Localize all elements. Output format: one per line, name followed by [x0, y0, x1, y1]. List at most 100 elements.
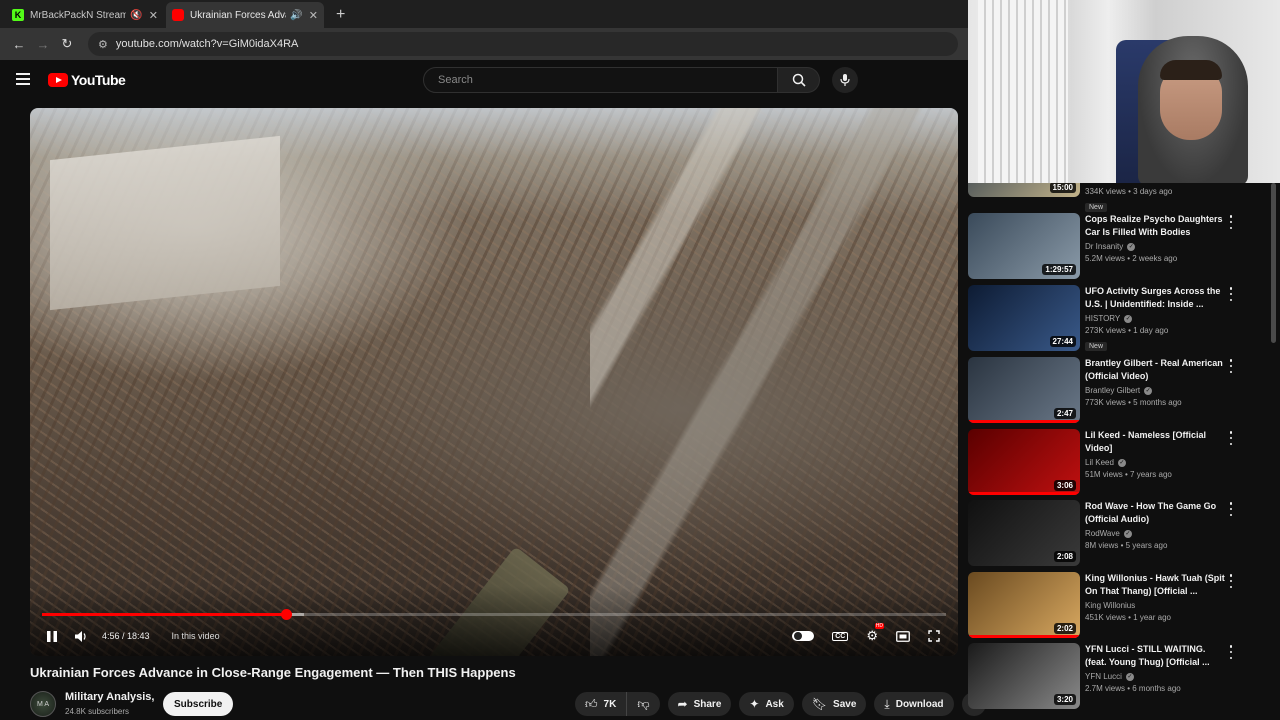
save-icon: 🔖︎ — [811, 697, 828, 711]
ask-button[interactable]: ✦ Ask — [739, 692, 794, 716]
download-button[interactable]: ⤓ Download — [874, 692, 954, 716]
more-options-icon[interactable] — [1226, 502, 1236, 516]
tab-audio-icon[interactable]: 🔊 — [290, 10, 302, 21]
browser-tab-kick[interactable]: K MrBackPackN Stream - Watc 🔇 ✕ — [6, 2, 164, 28]
like-dislike-group: 👍︎ 7K 👎︎ — [575, 692, 660, 716]
new-badge: New — [1085, 203, 1108, 212]
more-options-icon[interactable] — [1226, 359, 1236, 373]
progress-bar[interactable] — [42, 609, 946, 620]
like-button[interactable]: 👍︎ 7K — [575, 692, 628, 716]
list-item-text: King Willonius - Hawk Tuah (Spit On That… — [1085, 572, 1225, 622]
channel-name[interactable]: Military Analysis, — [65, 691, 154, 703]
list-item[interactable]: 2:08 Rod Wave - How The Game Go (Official… — [968, 500, 1268, 568]
video-thumbnail[interactable]: 3:20 — [968, 643, 1080, 709]
channel-avatar[interactable]: M A — [30, 691, 56, 717]
more-options-icon[interactable] — [1226, 287, 1236, 301]
watched-progress — [968, 635, 1080, 638]
video-thumbnail[interactable]: 2:08 — [968, 500, 1080, 566]
recommendation-channel[interactable]: YFN Lucci ✓ — [1085, 672, 1225, 681]
video-thumbnail[interactable]: 15:00 — [968, 183, 1080, 197]
progress-played — [42, 613, 287, 616]
webcam-overlay — [968, 0, 1280, 183]
voice-search-button[interactable] — [832, 67, 858, 93]
duration-badge: 15:00 — [1049, 183, 1076, 193]
recommendation-title: King Willonius - Hawk Tuah (Spit On That… — [1085, 573, 1225, 596]
browser-tab-strip: K MrBackPackN Stream - Watc 🔇 ✕ Ukrainia… — [0, 0, 968, 28]
recommendation-title: Lil Keed - Nameless [Official Video] — [1085, 430, 1207, 453]
list-item[interactable]: 3:20 YFN Lucci - STILL WAITING. (feat. Yo… — [968, 643, 1268, 711]
more-options-icon[interactable] — [1226, 431, 1236, 445]
channel-label: YFN Lucci — [1085, 672, 1122, 681]
list-item-text: Cops Realize Psycho Daughters Car Is Fil… — [1085, 213, 1225, 263]
youtube-logo[interactable]: YouTube — [48, 72, 126, 88]
subscribe-button[interactable]: Subscribe — [163, 692, 234, 716]
video-thumbnail[interactable]: 2:02 — [968, 572, 1080, 638]
new-tab-button[interactable]: + — [326, 2, 355, 28]
list-item[interactable]: 27:44 UFO Activity Surges Across the U.S.… — [968, 285, 1268, 353]
site-info-icon[interactable]: ⚙ — [98, 38, 108, 51]
tab-close-icon[interactable]: ✕ — [309, 9, 318, 22]
pause-icon[interactable] — [46, 630, 58, 643]
share-button[interactable]: ➦ Share — [667, 692, 732, 716]
menu-icon[interactable] — [16, 73, 30, 85]
save-button[interactable]: 🔖︎ Save — [801, 692, 867, 716]
video-meta: 451K views • 1 year ago — [1085, 613, 1171, 622]
channel-label: King Willonius — [1085, 601, 1136, 610]
video-thumbnail[interactable]: 3:06 — [968, 429, 1080, 495]
dislike-button[interactable]: 👎︎ — [627, 692, 660, 716]
list-item[interactable]: 15:00 334K views • 3 days ago New — [968, 183, 1268, 212]
address-bar[interactable]: ⚙ youtube.com/watch?v=GiM0idaX4RA — [88, 32, 958, 56]
reload-icon[interactable]: ↻ — [56, 36, 78, 52]
watched-progress — [968, 492, 1080, 495]
captions-icon[interactable]: CC — [832, 631, 849, 641]
list-item[interactable]: 2:02 King Willonius - Hawk Tuah (Spit On … — [968, 572, 1268, 640]
recommendation-channel[interactable]: Dr Insanity ✓ — [1085, 242, 1225, 251]
recommendation-channel[interactable]: Lil Keed ✓ — [1085, 458, 1225, 467]
duration-badge: 1:29:57 — [1042, 264, 1076, 275]
video-player[interactable]: 4:56 / 18:43 In this video CC ⚙ HD — [30, 108, 958, 656]
recommendation-channel[interactable]: RodWave ✓ — [1085, 529, 1225, 538]
video-meta: 51M views • 7 years ago — [1085, 470, 1172, 479]
player-controls-right: CC ⚙ HD — [778, 623, 944, 648]
list-item[interactable]: 1:29:57 Cops Realize Psycho Daughters Car… — [968, 213, 1268, 281]
list-item[interactable]: 2:47 Brantley Gilbert - Real American (Of… — [968, 357, 1268, 425]
scrollbar-thumb[interactable] — [1271, 183, 1276, 343]
in-this-video-chapters[interactable]: In this video — [172, 631, 220, 641]
video-meta: 5.2M views • 2 weeks ago — [1085, 254, 1178, 263]
channel-label: HISTORY — [1085, 314, 1121, 323]
recommendation-channel[interactable]: Brantley Gilbert ✓ — [1085, 386, 1225, 395]
tab-close-icon[interactable]: ✕ — [149, 9, 158, 22]
autoplay-toggle-icon[interactable] — [792, 631, 815, 641]
video-title: Ukrainian Forces Advance in Close-Range … — [30, 665, 516, 680]
channel-row: M A Military Analysis, 24.8K subscribers… — [30, 689, 986, 719]
more-options-icon[interactable] — [1226, 645, 1236, 659]
forward-icon[interactable]: → — [32, 37, 54, 52]
more-options-icon[interactable] — [1226, 215, 1236, 229]
tab-mute-icon[interactable]: 🔇 — [130, 10, 142, 21]
scrubber-handle[interactable] — [281, 609, 293, 620]
recommendation-channel[interactable]: King Willonius — [1085, 601, 1225, 610]
search-input[interactable]: Search — [423, 67, 778, 93]
verified-icon: ✓ — [1124, 314, 1133, 323]
recommendation-channel[interactable]: HISTORY ✓ — [1085, 314, 1225, 323]
list-item-text: YFN Lucci - STILL WAITING. (feat. Young … — [1085, 643, 1225, 693]
settings-icon[interactable]: ⚙ HD — [866, 623, 884, 644]
miniplayer-icon[interactable] — [896, 630, 910, 642]
channel-label: Brantley Gilbert — [1085, 386, 1141, 395]
scrollbar[interactable] — [1268, 183, 1280, 720]
list-item[interactable]: 3:06 Lil Keed - Nameless [Official Video]… — [968, 429, 1268, 497]
video-thumbnail[interactable]: 1:29:57 — [968, 213, 1080, 279]
browser-tab-youtube[interactable]: Ukrainian Forces Advance in 🔊 ✕ — [166, 2, 324, 28]
search-button[interactable] — [778, 67, 820, 93]
download-label: Download — [895, 698, 944, 710]
back-icon[interactable]: ← — [8, 37, 30, 52]
list-item-text: UFO Activity Surges Across the U.S. | Un… — [1085, 285, 1225, 353]
video-thumbnail[interactable]: 27:44 — [968, 285, 1080, 351]
video-thumbnail[interactable]: 2:47 — [968, 357, 1080, 423]
recommendation-title: Rod Wave - How The Game Go (Official Aud… — [1085, 501, 1217, 524]
channel-label: RodWave — [1085, 529, 1120, 538]
more-options-icon[interactable] — [1226, 574, 1236, 588]
logo-text: YouTube — [71, 72, 126, 88]
fullscreen-icon[interactable] — [928, 630, 940, 642]
volume-icon[interactable] — [74, 630, 88, 643]
